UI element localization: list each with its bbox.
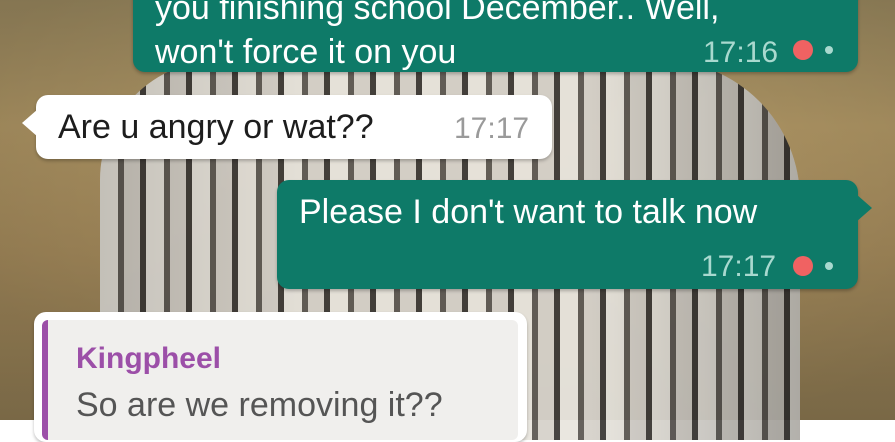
quoted-text: So are we removing it??: [76, 386, 443, 424]
incoming-message[interactable]: Are u angry or wat?? 17:17: [22, 95, 552, 159]
message-time: 17:16: [703, 36, 779, 69]
quoted-author: Kingpheel: [76, 342, 222, 375]
message-text: Are u angry or wat??: [58, 108, 374, 146]
message-time: 17:17: [701, 250, 777, 283]
bubble-tail: [856, 0, 872, 2]
quote-accent-bar: [42, 320, 48, 440]
message-text: Please I don't want to talk now: [299, 193, 758, 231]
bubble-tail: [856, 194, 872, 222]
outgoing-message[interactable]: Please I don't want to talk now 17:17: [277, 180, 872, 289]
bubble-tail: [22, 109, 38, 137]
quoted-message[interactable]: Kingpheel So are we removing it??: [42, 320, 518, 440]
status-dot-icon: [793, 40, 813, 60]
message-text-line: won't force it on you: [155, 33, 457, 71]
incoming-reply-message[interactable]: Kingpheel So are we removing it??: [34, 312, 527, 442]
message-time: 17:17: [454, 112, 530, 145]
message-text-line: you finishing school December.. Well,: [155, 0, 720, 27]
status-small-dot-icon: [825, 262, 833, 270]
outgoing-message[interactable]: you finishing school December.. Well, wo…: [133, 0, 872, 72]
status-small-dot-icon: [825, 46, 833, 54]
status-dot-icon: [793, 256, 813, 276]
